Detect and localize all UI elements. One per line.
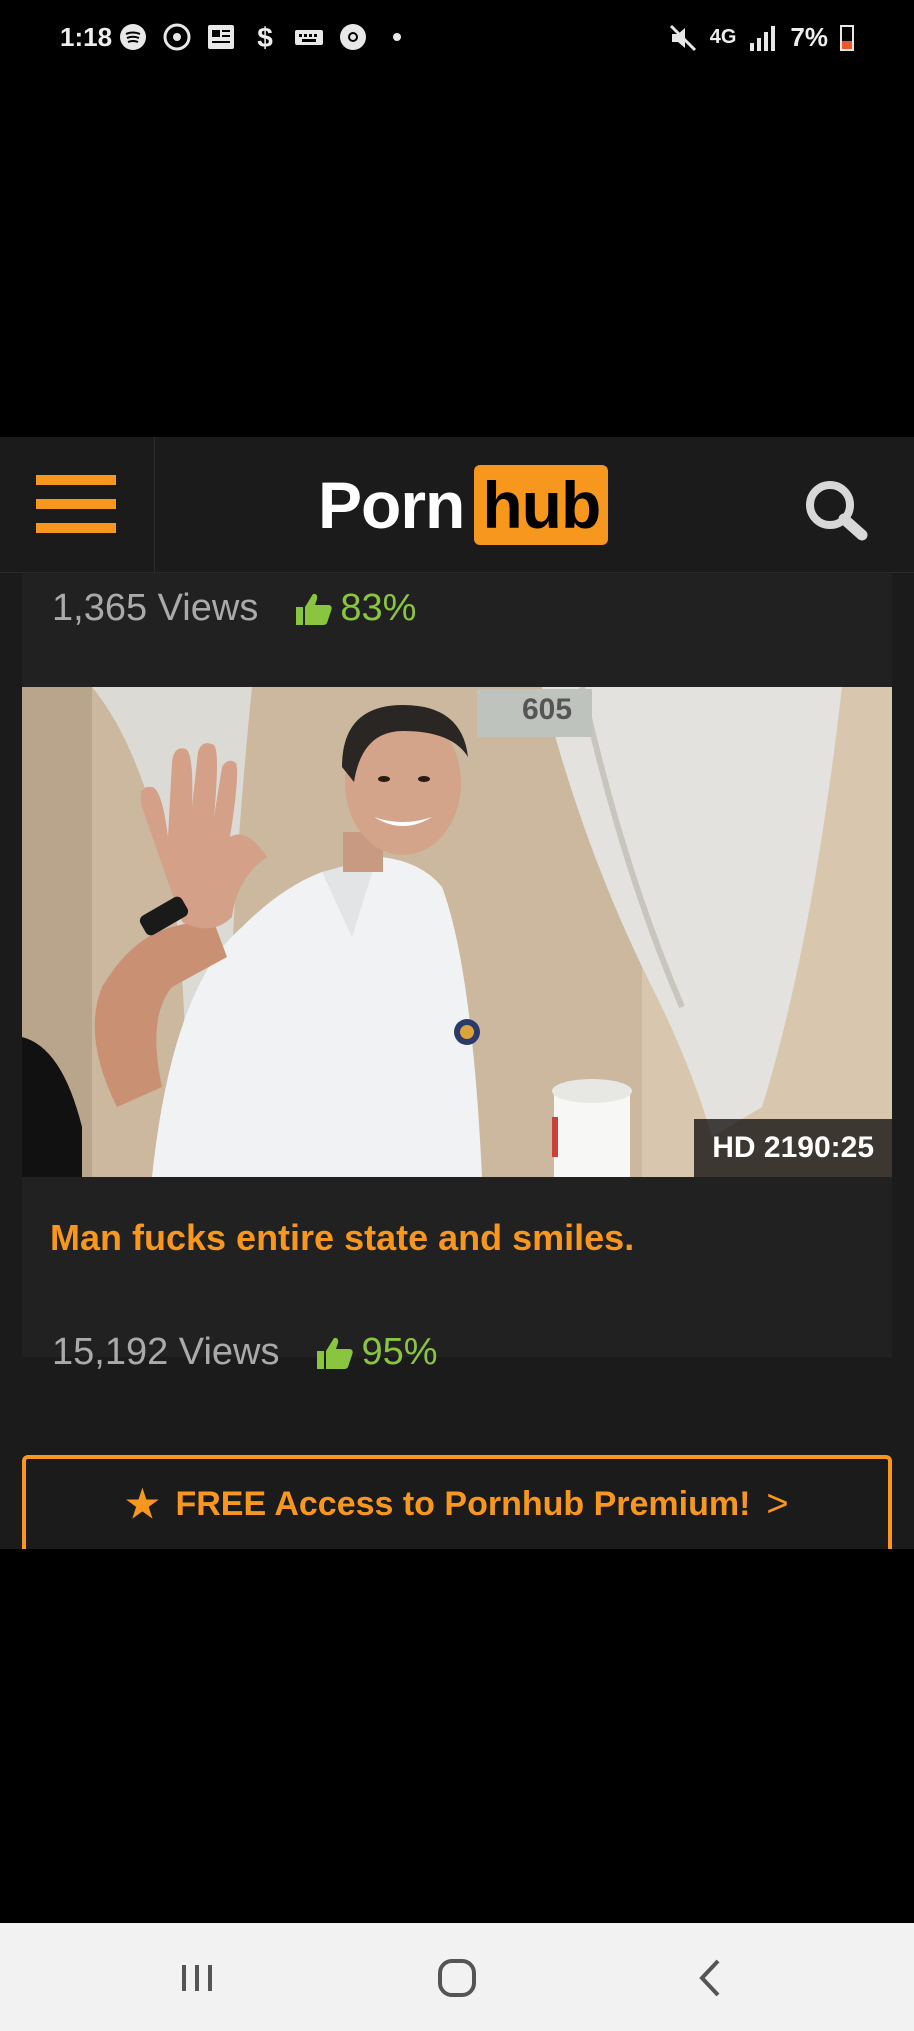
video-thumbnail[interactable]: 605 HD 2190:25	[22, 687, 892, 1177]
star-icon: ★	[125, 1483, 160, 1526]
premium-banner-button[interactable]: ★ FREE Access to Pornhub Premium! >	[22, 1455, 892, 1549]
keyboard-icon	[295, 30, 323, 45]
thumbnail-sign-text: 605	[522, 693, 573, 726]
phone-screen: 1:18 $ 4G 7% Porn hub 1,365 Views 83% 60…	[0, 0, 914, 2031]
rating-percent: 95%	[361, 1331, 438, 1373]
signal-icon	[750, 25, 776, 51]
chrome-icon	[340, 24, 366, 50]
video-stats: 15,192 Views 95%	[52, 1331, 438, 1374]
dot-icon	[393, 33, 401, 41]
rating-percent: 83%	[340, 587, 417, 629]
notification-icons: $	[118, 22, 412, 53]
video-duration-badge: HD 2190:25	[694, 1119, 892, 1177]
video-card[interactable]: 605 HD 2190:25 Man fucks entire state an…	[22, 687, 892, 1373]
logo-text-part2: hub	[474, 465, 609, 545]
menu-icon[interactable]	[36, 475, 116, 535]
spotify-icon	[120, 24, 146, 50]
network-type: 4G	[709, 26, 737, 48]
webpage-screenshot: Porn hub 1,365 Views 83% 605 HD 2190:25 …	[0, 437, 914, 1549]
header-divider	[154, 437, 155, 573]
site-logo[interactable]: Porn hub	[318, 465, 609, 545]
status-bar: 1:18 $ 4G 7%	[0, 0, 914, 80]
mute-icon	[669, 24, 696, 51]
dollar-icon: $	[257, 22, 273, 53]
thumbnail-image	[22, 687, 892, 1177]
thumbs-up-icon	[317, 1337, 354, 1369]
previous-video-card[interactable]: 1,365 Views 83%	[22, 573, 892, 689]
logo-text-part1: Porn	[318, 468, 465, 542]
status-time: 1:18	[60, 22, 113, 52]
previous-video-stats: 1,365 Views 83%	[52, 587, 416, 630]
camera-sync-icon	[163, 23, 191, 51]
back-button[interactable]	[686, 1953, 736, 2003]
news-icon	[208, 25, 234, 49]
view-count: 15,192 Views	[52, 1331, 280, 1373]
video-title[interactable]: Man fucks entire state and smiles.	[50, 1217, 634, 1259]
recent-apps-button[interactable]	[172, 1953, 222, 2003]
search-icon[interactable]	[800, 475, 870, 545]
view-count: 1,365 Views	[52, 587, 259, 629]
android-nav-bar	[0, 1923, 914, 2031]
chevron-right-icon: >	[766, 1482, 789, 1525]
battery-icon	[840, 24, 854, 51]
battery-percent: 7%	[790, 22, 828, 52]
premium-banner-label: FREE Access to Pornhub Premium!	[175, 1484, 751, 1523]
system-icons: 4G 7%	[668, 22, 854, 53]
thumbs-up-icon	[296, 593, 332, 625]
site-header: Porn hub	[0, 437, 914, 573]
home-button[interactable]	[432, 1953, 482, 2003]
